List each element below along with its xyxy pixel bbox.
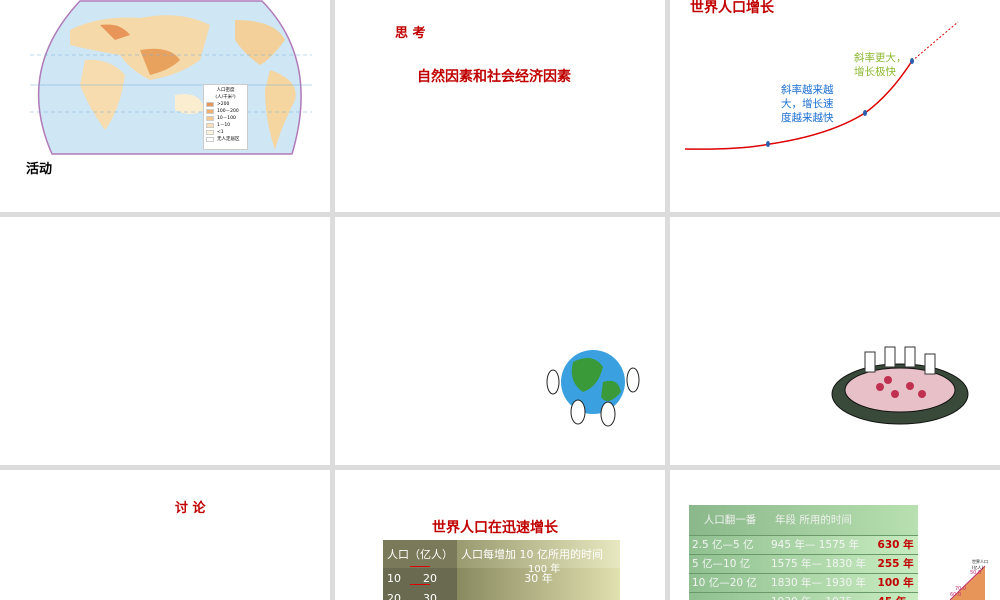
slide-thumbnail-7[interactable]: 讨 论 [0, 470, 330, 600]
legend-swatch [206, 109, 214, 114]
population-growth-curve [684, 21, 959, 150]
curve-point [766, 141, 770, 147]
slide-thumbnail-3[interactable]: 世界人口增长 斜率越来越 大，增长速 度越来越快 斜率更大， 增长极快 [670, 0, 1000, 212]
legend-swatch [206, 102, 214, 107]
table-row: 1930 年— 197545 年 [689, 592, 918, 600]
annotation-green: 斜率更大， 增长极快 [854, 52, 907, 78]
legend-swatch [206, 130, 214, 135]
map-legend: 人口密度 (人/千米²) >200 100－200 10－100 1－10 <1 无人定居… [203, 84, 248, 150]
chart-label: 60.0 [950, 592, 962, 598]
slide-thumbnail-5[interactable] [335, 217, 665, 465]
table-row: 10 亿—20 亿 1830 年— 1930 年 100 年 [689, 573, 918, 592]
chart-label: 50.0 [970, 570, 982, 576]
slide-title: 世界人口在迅速增长 [432, 520, 558, 536]
legend-item: <1 [206, 129, 245, 136]
table-row: 5 亿—10 亿 1575 年— 1830 年 255 年 [689, 554, 918, 573]
world-population-density-map [30, 0, 312, 155]
legend-item: >200 [206, 101, 245, 108]
slide-thumbnail-6[interactable] [670, 217, 1000, 465]
slide-heading: 讨 论 [175, 501, 206, 516]
legend-swatch [206, 123, 214, 128]
legend-swatch [206, 116, 214, 121]
legend-item: 无人定居区 [206, 136, 245, 143]
annotation-blue: 斜率越来越 大，增长速 度越来越快 [781, 84, 834, 124]
table-row: 2.5 亿—5 亿 945 年— 1575 年 630 年 [689, 535, 918, 554]
curve-point [863, 110, 867, 116]
arrow-icon [410, 584, 430, 585]
slide-subtitle: 自然因素和社会经济因素 [417, 69, 571, 85]
slide-heading: 思 考 [395, 26, 426, 41]
slide-thumbnail-1[interactable]: 人口密度 (人/千米²) >200 100－200 10－100 1－10 <1 无人定居… [0, 0, 330, 212]
legend-item: 10－100 [206, 115, 245, 122]
legend-item: 100－200 [206, 108, 245, 115]
slide-caption: 活动 [26, 162, 53, 177]
population-doubling-table: 人口翻一番 年段 所用的时间 2.5 亿—5 亿 945 年— 1575 年 630 年… [689, 505, 918, 600]
legend-swatch [206, 137, 214, 142]
people-around-globe-clipart [546, 350, 640, 427]
legend-item: 1－10 [206, 122, 245, 129]
slide-thumbnail-2[interactable]: 思 考 自然因素和社会经济因素 [335, 0, 665, 212]
slide-thumbnail-9[interactable]: 人口翻一番 年段 所用的时间 2.5 亿—5 亿 945 年— 1575 年 630 年… [670, 470, 1000, 600]
curve-point [910, 58, 914, 64]
population-increase-table: 人口（亿人） 人口每增加 10 亿所用的时间 10 20 30 年 20 30 [383, 540, 620, 600]
crowded-plate-clipart [831, 346, 969, 425]
arrow-icon [410, 566, 430, 567]
slide-thumbnail-8[interactable]: 世界人口在迅速增长 人口（亿人） 人口每增加 10 亿所用的时间 10 20 30 … [335, 470, 665, 600]
slide-thumbnail-4[interactable] [0, 217, 330, 465]
